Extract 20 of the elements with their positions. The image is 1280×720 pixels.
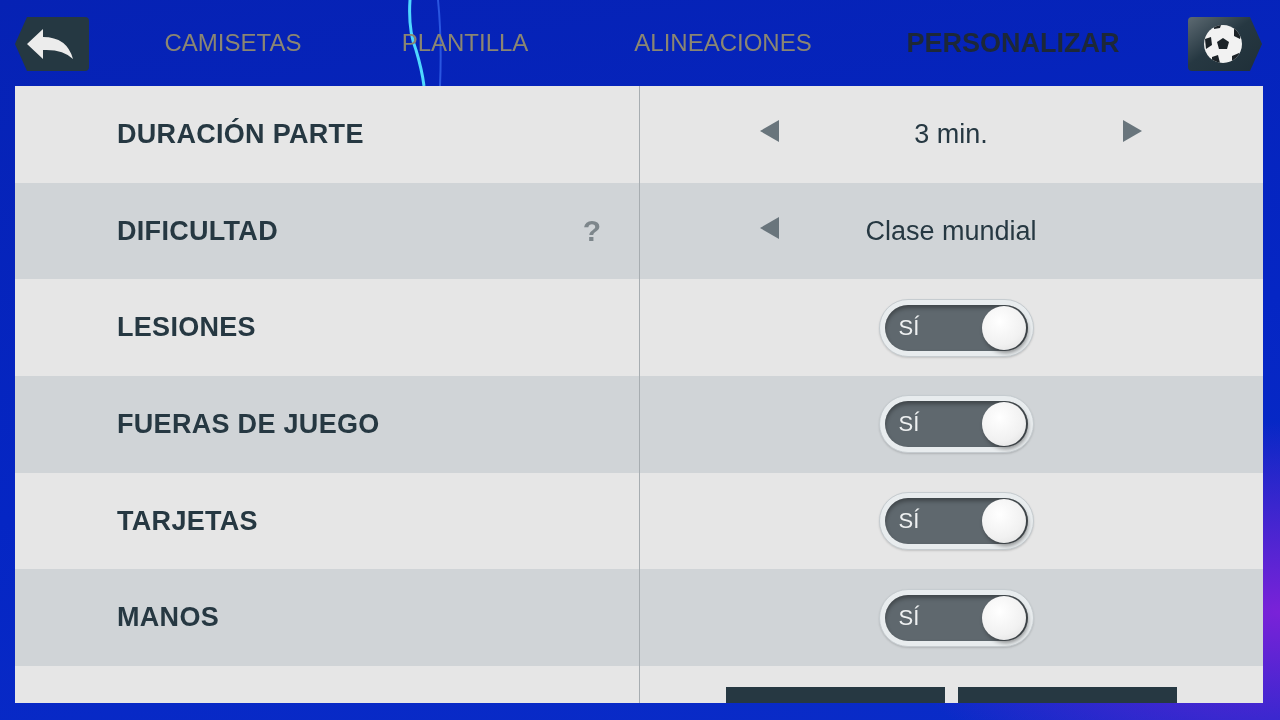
setting-label: FUERAS DE JUEGO [117,408,380,440]
left-arrow-icon[interactable] [760,120,779,143]
toggle-switch[interactable]: SÍ [878,588,1034,647]
setting-value: 3 min. [914,118,988,150]
setting-label: TARJETAS [117,505,258,537]
back-button[interactable] [15,17,89,71]
toggle-switch[interactable]: SÍ [878,395,1034,454]
left-arrow-icon[interactable] [760,217,779,240]
right-arrow-icon[interactable] [1123,120,1142,143]
setting-label: LESIONES [117,312,256,344]
setting-label: DIFICULTAD [117,215,278,247]
toggle-switch[interactable]: SÍ [878,298,1034,357]
tab[interactable]: ALINEACIONES [632,25,814,61]
help-icon[interactable]: ? [582,216,601,247]
setting-label: MANOS [117,602,219,634]
toggle-switch[interactable]: SÍ [878,492,1034,551]
tab[interactable]: CAMISETAS [162,25,304,61]
setting-value: Clase mundial [865,215,1037,247]
soccer-ball-button[interactable] [1188,17,1262,71]
setting-label: DURACIÓN PARTE [117,118,364,150]
